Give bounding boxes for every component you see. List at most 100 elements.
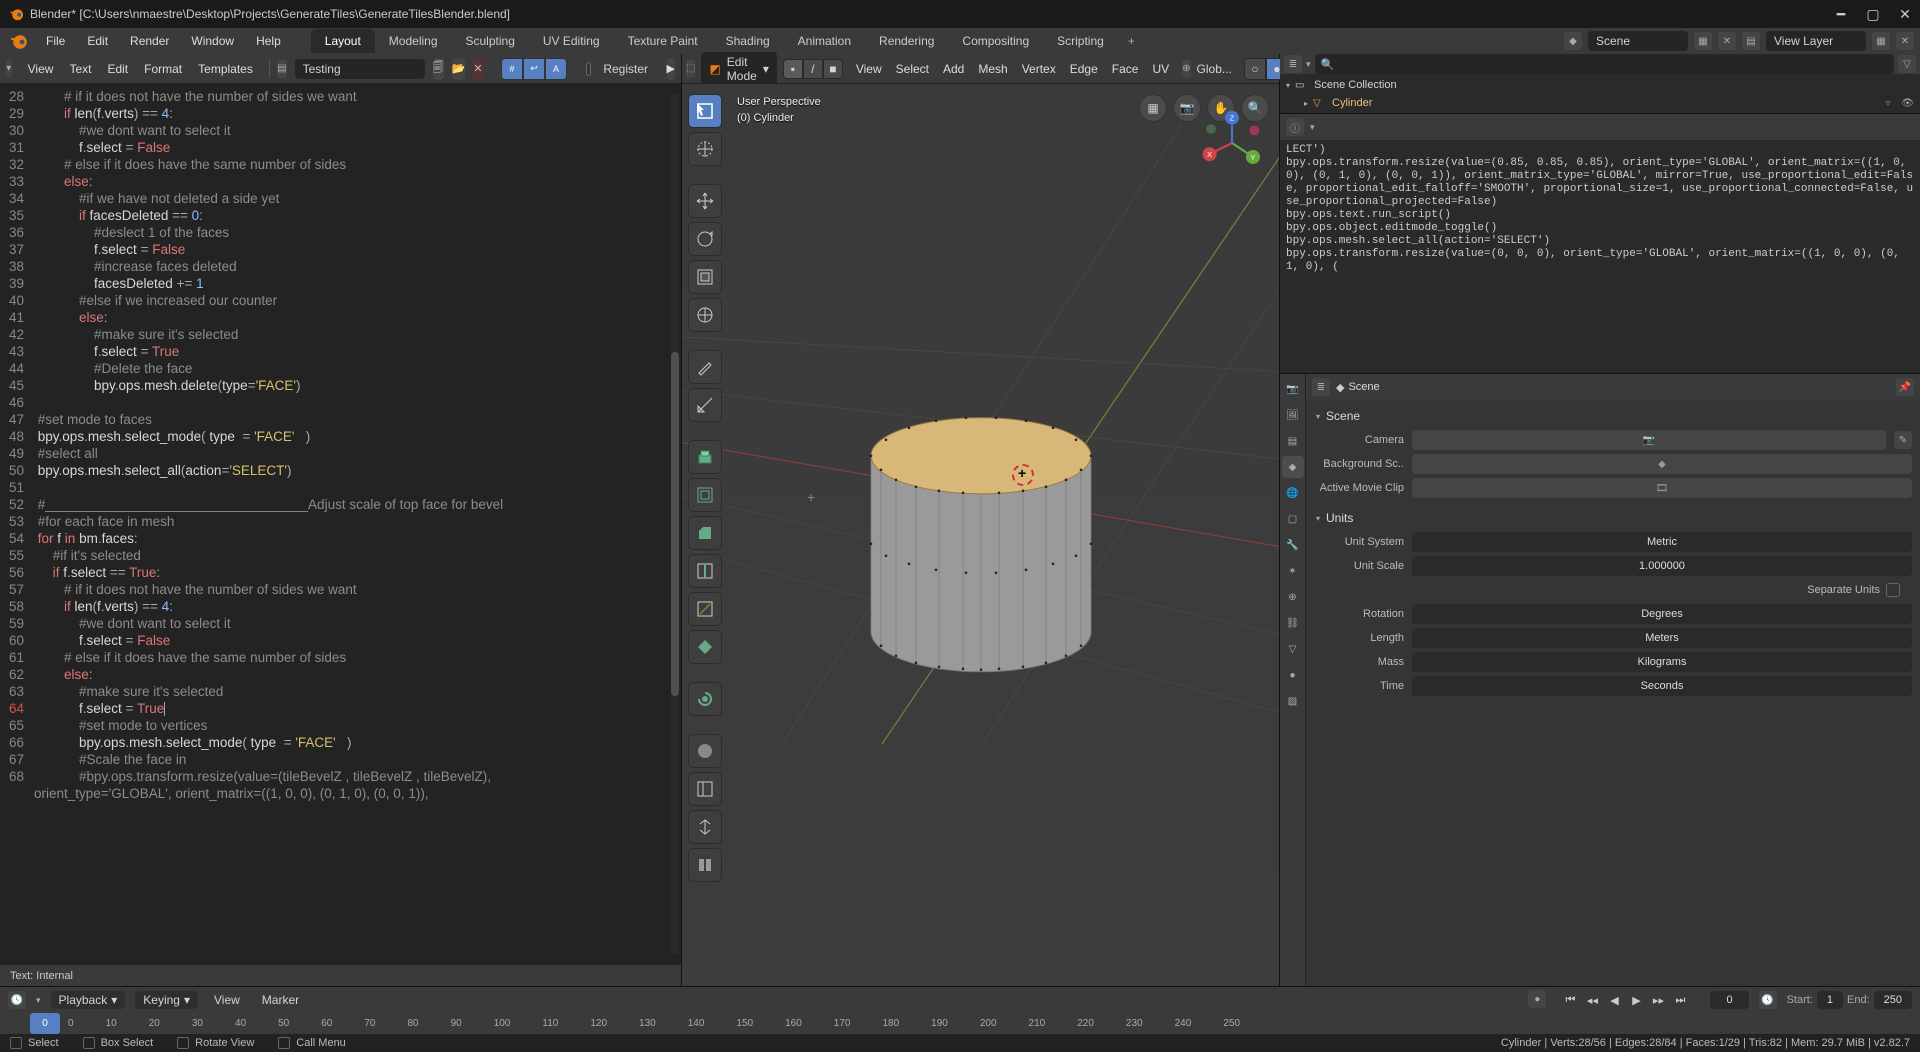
orientation-icon[interactable]: ⊕ [1182, 60, 1190, 78]
playback-menu[interactable]: Playback ▾ [51, 991, 126, 1009]
camera-picker[interactable]: 📷 [1412, 430, 1886, 450]
tab-animation[interactable]: Animation [784, 29, 865, 53]
editor-type-icon[interactable]: ≣ [1312, 378, 1330, 396]
delete-scene-button[interactable]: ✕ [1718, 32, 1736, 50]
prop-value[interactable]: Meters [1412, 628, 1912, 648]
editor-type-icon[interactable]: ⬚ [686, 60, 695, 78]
tab-modifier[interactable]: 🔧 [1282, 534, 1304, 556]
viewport-menu-uv[interactable]: UV [1145, 59, 1176, 79]
menu-help[interactable]: Help [246, 30, 291, 52]
clip-icon[interactable]: 🎞 [1653, 479, 1671, 497]
tab-texture[interactable]: ▨ [1282, 690, 1304, 712]
code-editor[interactable]: 2829303132333435363738394041424344454647… [0, 84, 681, 964]
prop-value[interactable]: Metric [1412, 532, 1912, 552]
timeline-ruler[interactable]: 0 01020304050607080901001101201301401501… [0, 1013, 1920, 1034]
tab-particles[interactable]: ✴ [1282, 560, 1304, 582]
outliner-collection-row[interactable]: ▾ ▭ Scene Collection [1286, 76, 1914, 94]
panel-units-header[interactable]: ▾ Units [1314, 506, 1912, 530]
collapse-icon[interactable]: ▾ [1316, 412, 1320, 421]
info-dropdown[interactable]: ▾ [1310, 122, 1315, 133]
cylinder-mesh[interactable] [831, 372, 1131, 712]
mode-dropdown[interactable]: ◩ Edit Mode ▾ [701, 52, 776, 86]
register-checkbox[interactable] [586, 62, 592, 76]
text-menu-edit[interactable]: Edit [99, 59, 136, 79]
menu-window[interactable]: Window [181, 30, 244, 52]
autokey-button[interactable]: ● [1528, 990, 1546, 1008]
editor-type-icon[interactable]: 🕓 [8, 991, 26, 1009]
tool-inset-faces[interactable] [688, 478, 722, 512]
viewport-menu-edge[interactable]: Edge [1063, 59, 1105, 79]
tab-output[interactable]: 🖼 [1282, 404, 1304, 426]
eyedropper-icon[interactable]: 📷 [1640, 431, 1658, 449]
scene-icon[interactable]: ◆ [1653, 455, 1671, 473]
face-select-mode[interactable]: ■ [823, 59, 843, 79]
next-keyframe-button[interactable]: ▸▸ [1648, 990, 1668, 1010]
pin-button[interactable]: 📌 [1896, 378, 1914, 396]
prop-value[interactable]: 1.000000 [1412, 556, 1912, 576]
preview-range-button[interactable]: 🕓 [1759, 991, 1777, 1009]
menu-file[interactable]: File [36, 30, 75, 52]
viewport-menu-select[interactable]: Select [889, 59, 936, 79]
editor-type-icon[interactable]: ≣ [1284, 55, 1302, 73]
tab-shading[interactable]: Shading [712, 29, 784, 53]
3d-cursor[interactable] [1012, 464, 1034, 486]
browse-text-icon[interactable]: ▤ [277, 60, 286, 78]
play-reverse-button[interactable]: ◀ [1604, 990, 1624, 1010]
tab-modeling[interactable]: Modeling [375, 29, 452, 53]
orientation-label[interactable]: Glob... [1197, 62, 1232, 76]
toggle-camera-view-button[interactable]: ▦ [1139, 94, 1167, 122]
bg-scene-picker[interactable]: ◆ [1412, 454, 1912, 474]
vertex-select-mode[interactable]: ▪ [783, 59, 803, 79]
editor-scrollbar[interactable] [671, 94, 679, 954]
start-frame-field[interactable]: 1 [1817, 991, 1843, 1009]
new-viewlayer-button[interactable]: ▦ [1872, 32, 1890, 50]
scene-icon[interactable]: ◆ [1564, 32, 1582, 50]
timeline-view-menu[interactable]: View [208, 990, 246, 1010]
add-workspace-button[interactable]: + [1118, 29, 1145, 53]
word-wrap-toggle[interactable]: ↩ [523, 58, 545, 80]
prop-value[interactable]: Separate Units [1412, 580, 1912, 600]
prop-value[interactable]: Seconds [1412, 676, 1912, 696]
tool-rotate[interactable] [688, 222, 722, 256]
outliner-filter-button[interactable]: ▽ [1898, 55, 1916, 73]
menu-edit[interactable]: Edit [77, 30, 118, 52]
tool-edge-slide[interactable] [688, 772, 722, 806]
tool-knife[interactable] [688, 592, 722, 626]
outliner-display-dropdown[interactable]: ▾ [1306, 59, 1311, 70]
end-frame-field[interactable]: 250 [1874, 991, 1912, 1009]
minimize-button[interactable]: ━ [1834, 7, 1848, 21]
tool-loop-cut[interactable] [688, 554, 722, 588]
prop-value[interactable]: Kilograms [1412, 652, 1912, 672]
text-menu-text[interactable]: Text [61, 59, 99, 79]
viewport-menu-mesh[interactable]: Mesh [971, 59, 1014, 79]
tool-transform[interactable] [688, 298, 722, 332]
tab-sculpting[interactable]: Sculpting [452, 29, 529, 53]
tab-layout[interactable]: Layout [311, 29, 375, 53]
tab-world[interactable]: 🌐 [1282, 482, 1304, 504]
text-menu-format[interactable]: Format [136, 59, 190, 79]
timeline-marker-menu[interactable]: Marker [256, 990, 305, 1010]
mesh-data-icon[interactable]: ▿ [1886, 98, 1891, 109]
current-frame-field[interactable]: 0 [1710, 991, 1748, 1009]
open-text-button[interactable]: 📂 [452, 58, 466, 80]
text-menu-templates[interactable]: Templates [190, 59, 261, 79]
scene-dropdown[interactable]: Scene [1588, 31, 1688, 51]
editor-type-icon[interactable]: ⓘ [1286, 118, 1304, 136]
collapse-icon[interactable]: ▾ [1316, 514, 1320, 523]
viewport-menu-view[interactable]: View [849, 59, 889, 79]
tool-extrude-region[interactable] [688, 440, 722, 474]
separate-units-checkbox[interactable] [1886, 583, 1900, 597]
movieclip-picker[interactable]: 🎞 [1412, 478, 1912, 498]
tab-uv-editing[interactable]: UV Editing [529, 29, 614, 53]
eyedropper-icon[interactable]: ✎ [1894, 431, 1912, 449]
tool-cursor[interactable] [688, 132, 722, 166]
tool-scale[interactable] [688, 260, 722, 294]
visibility-icon[interactable]: 👁 [1901, 98, 1914, 109]
unlink-text-button[interactable]: ✕ [473, 58, 482, 80]
collapse-icon[interactable]: ▸ [1304, 99, 1308, 108]
info-log-body[interactable]: LECT') bpy.ops.transform.resize(value=(0… [1280, 140, 1920, 373]
tab-physics[interactable]: ⊕ [1282, 586, 1304, 608]
tab-rendering[interactable]: Rendering [865, 29, 948, 53]
close-button[interactable]: ✕ [1898, 7, 1912, 21]
tool-rip-region[interactable] [688, 848, 722, 882]
